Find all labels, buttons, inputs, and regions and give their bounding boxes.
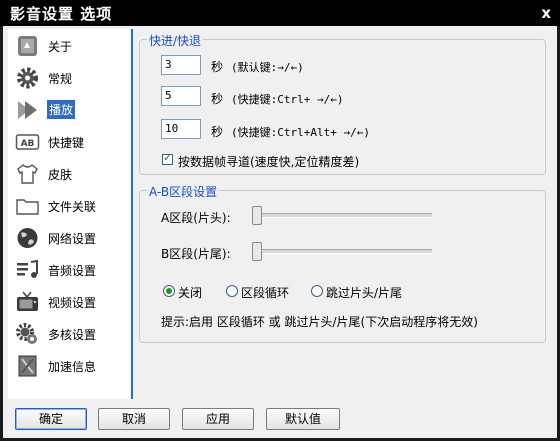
- seek-seconds-ctrl-input[interactable]: 5: [161, 86, 201, 106]
- a-segment-label: A区段(片头):: [161, 211, 231, 225]
- gear-icon: [17, 67, 38, 89]
- b-segment-slider-thumb[interactable]: [252, 242, 262, 261]
- seek-ctrl-hint: (快捷键:Ctrl+ →/←): [231, 93, 344, 106]
- close-button[interactable]: x: [541, 4, 551, 22]
- sidebar-item-video[interactable]: 视频设置: [8, 287, 131, 317]
- ab-group-title: A-B区段设置: [147, 183, 220, 200]
- sidebar-item-hotkeys[interactable]: AB 快捷键: [8, 127, 131, 157]
- sidebar-item-label: 加速信息: [48, 360, 97, 374]
- cpu-gear-icon: [16, 323, 37, 344]
- radio-off[interactable]: [163, 285, 175, 297]
- svg-text:AB: AB: [21, 139, 35, 149]
- default-button[interactable]: 默认值: [266, 408, 340, 430]
- window-title: 影音设置 选项: [10, 5, 113, 23]
- sidebar-item-label: 视频设置: [48, 296, 97, 310]
- keyframe-seek-label: 按数据帧寻道(速度快,定位精度差): [178, 155, 360, 169]
- ok-button[interactable]: 确定: [15, 408, 87, 430]
- audio-icon: [17, 259, 38, 278]
- cancel-button[interactable]: 取消: [98, 408, 170, 430]
- keyboard-icon: AB: [15, 134, 40, 150]
- radio-selected-dot: [166, 288, 172, 294]
- sidebar-item-label: 皮肤: [48, 168, 73, 182]
- seconds-unit: 秒: [211, 60, 224, 74]
- seconds-unit: 秒: [211, 125, 224, 139]
- sidebar-item-label: 关于: [48, 40, 73, 54]
- seek-seconds-ctrl-alt-input[interactable]: 10: [161, 119, 201, 139]
- radio-segment-loop-label: 区段循环: [241, 286, 290, 300]
- dialog-body: 关于 常规 播放 AB 快捷键 皮肤 文件关联 网络设置 音频设置 视频设置 多…: [3, 26, 557, 438]
- sidebar: 关于 常规 播放 AB 快捷键 皮肤 文件关联 网络设置 音频设置 视频设置 多…: [8, 29, 133, 399]
- folder-icon: [16, 199, 39, 215]
- sidebar-item-label: 常规: [48, 72, 73, 86]
- play-icon: [18, 101, 37, 119]
- apply-button[interactable]: 应用: [182, 408, 254, 430]
- tshirt-icon: [17, 164, 38, 184]
- sidebar-item-label: 播放: [47, 100, 76, 119]
- sidebar-item-accel-info[interactable]: 加速信息: [8, 351, 131, 381]
- b-segment-slider-track[interactable]: [254, 249, 432, 254]
- sidebar-item-skin[interactable]: 皮肤: [8, 159, 131, 189]
- sidebar-item-network[interactable]: 网络设置: [8, 223, 131, 253]
- seconds-unit: 秒: [211, 92, 224, 106]
- ab-note: 提示:启用 区段循环 或 跳过片头/片尾(下次启动程序将无效): [161, 315, 478, 329]
- check-mark-icon: ✓: [163, 151, 173, 164]
- sidebar-item-audio[interactable]: 音频设置: [8, 255, 131, 285]
- sidebar-item-multicore[interactable]: 多核设置: [8, 319, 131, 349]
- seek-ctrl-alt-hint: (快捷键:Ctrl+Alt+ →/←): [231, 126, 370, 139]
- radio-segment-loop[interactable]: [226, 285, 238, 297]
- radio-skip-intro-outro[interactable]: [311, 285, 323, 297]
- sidebar-item-label: 网络设置: [48, 232, 97, 246]
- sidebar-item-general[interactable]: 常规: [8, 63, 131, 93]
- sidebar-item-file-assoc[interactable]: 文件关联: [8, 191, 131, 221]
- a-segment-slider-thumb[interactable]: [252, 206, 262, 225]
- seek-seconds-default-input[interactable]: 3: [161, 55, 201, 75]
- about-icon: [18, 36, 37, 56]
- seek-group-title: 快进/快退: [147, 32, 204, 49]
- sidebar-item-playback[interactable]: 播放: [8, 95, 131, 125]
- globe-icon: [17, 228, 38, 248]
- a-segment-slider-track[interactable]: [254, 213, 432, 218]
- sidebar-item-label: 多核设置: [48, 328, 97, 342]
- sidebar-item-label: 音频设置: [48, 264, 97, 278]
- radio-skip-label: 跳过片头/片尾: [326, 286, 403, 300]
- b-segment-label: B区段(片尾):: [161, 247, 231, 261]
- sidebar-item-about[interactable]: 关于: [8, 31, 131, 61]
- seek-default-hint: (默认键:→/←): [231, 61, 304, 74]
- accelerate-icon: [18, 355, 37, 377]
- keyframe-seek-checkbox[interactable]: ✓: [162, 151, 173, 165]
- sidebar-item-label: 快捷键: [48, 136, 85, 150]
- sidebar-item-label: 文件关联: [48, 200, 97, 214]
- title-bar: 影音设置 选项 x: [0, 0, 560, 26]
- radio-off-label: 关闭: [178, 286, 203, 300]
- tv-icon: [17, 291, 38, 311]
